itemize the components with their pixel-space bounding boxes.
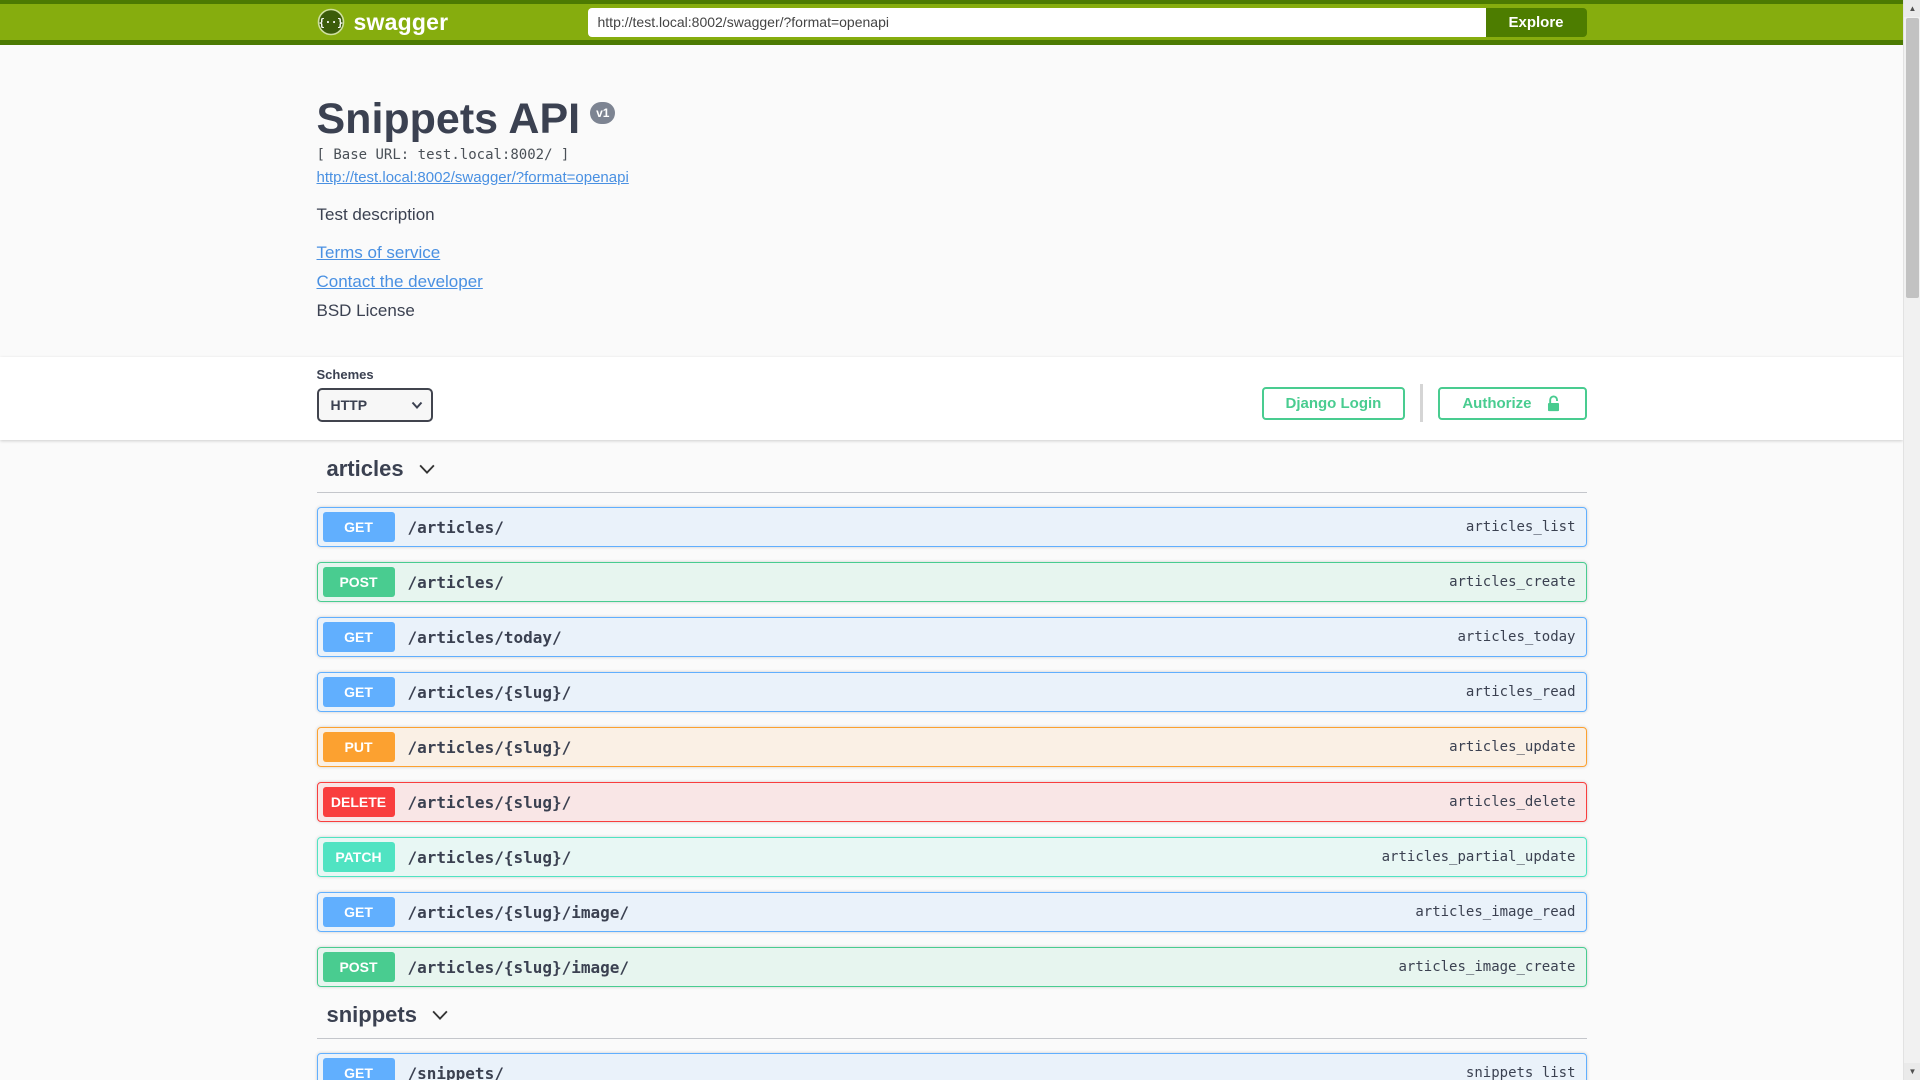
operation-id: articles_image_read [1415, 904, 1576, 921]
chevron-down-icon [419, 464, 435, 475]
operation-path: /articles/{slug}/ [407, 847, 572, 867]
operation-path: /articles/ [407, 517, 504, 537]
section-header[interactable]: articles [316, 456, 1587, 494]
page-title: Snippets API v1 [316, 95, 1587, 143]
django-login-button[interactable]: Django Login [1261, 386, 1406, 420]
unlock-icon [1547, 395, 1559, 411]
license-text: BSD License [316, 301, 415, 321]
operation-path: /articles/{slug}/ [407, 792, 572, 812]
schemes-select[interactable]: HTTP [316, 388, 433, 423]
version-badge: v1 [590, 102, 616, 124]
api-description: Test description [316, 205, 435, 225]
scheme-container: Schemes HTTP Django Login Authorize [0, 357, 1903, 441]
contact-developer-link[interactable]: Contact the developer [317, 272, 483, 292]
section-title: snippets [326, 1002, 417, 1028]
operation-path: /articles/ [407, 572, 504, 592]
scrollbar-thumb[interactable] [1906, 18, 1919, 298]
brand-link[interactable]: {··} swagger [317, 8, 449, 36]
method-badge: GET [322, 1058, 395, 1080]
operation-path: /articles/{slug}/ [407, 682, 572, 702]
explore-form: Explore [587, 7, 1587, 37]
method-badge: POST [322, 567, 395, 598]
explore-button[interactable]: Explore [1485, 7, 1587, 37]
method-badge: PUT [322, 732, 395, 763]
operation-id: articles_read [1465, 684, 1576, 701]
operation-id: articles_create [1449, 574, 1576, 591]
method-badge: POST [322, 952, 395, 983]
operation-path: /articles/{slug}/ [407, 737, 572, 757]
divider [1420, 384, 1424, 423]
info-section: Snippets API v1 [ Base URL: test.local:80… [0, 45, 1903, 357]
method-badge: GET [322, 897, 395, 928]
method-badge: GET [322, 512, 395, 543]
schemes-select-input[interactable]: HTTP [316, 388, 433, 423]
operation-row[interactable]: DELETE /articles/{slug}/ articles_delete [316, 782, 1587, 823]
operation-row[interactable]: GET /snippets/ snippets_list [316, 1053, 1587, 1080]
section-header[interactable]: snippets [316, 1002, 1587, 1040]
scroll-up-button[interactable]: ▲ [1904, 0, 1920, 17]
method-badge: GET [322, 677, 395, 708]
swagger-page: {··} swagger Explore Snippets API v1 [ Ba… [0, 0, 1903, 1080]
authorize-button[interactable]: Authorize [1438, 386, 1587, 420]
operation-id: articles_partial_update [1381, 849, 1576, 866]
operation-id: articles_delete [1449, 794, 1576, 811]
schemes-label: Schemes [316, 367, 374, 383]
operation-id: articles_list [1465, 519, 1576, 536]
chevron-down-icon [432, 1010, 448, 1021]
operation-row[interactable]: GET /articles/{slug}/image/ articles_ima… [316, 892, 1587, 933]
brand-title: swagger [353, 8, 449, 35]
operation-row[interactable]: POST /articles/{slug}/image/ articles_im… [316, 947, 1587, 988]
operation-path: /articles/{slug}/image/ [407, 957, 630, 977]
scrollbar[interactable]: ▲ ▼ [1903, 0, 1920, 1080]
method-badge: GET [322, 622, 395, 653]
operation-row[interactable]: PATCH /articles/{slug}/ articles_partial… [316, 837, 1587, 878]
base-url-text: [ Base URL: test.local:8002/ ] [316, 147, 570, 164]
section-operations: GET /snippets/ snippets_list [316, 1053, 1587, 1080]
spec-url-link[interactable]: http://test.local:8002/swagger/?format=o… [317, 169, 629, 186]
operation-row[interactable]: PUT /articles/{slug}/ articles_update [316, 727, 1587, 768]
scroll-down-button[interactable]: ▼ [1904, 1063, 1920, 1080]
operation-row[interactable]: GET /articles/today/ articles_today [316, 617, 1587, 658]
spec-url-input[interactable] [587, 7, 1486, 37]
section-operations: GET /articles/ articles_list POST /artic… [316, 507, 1587, 988]
api-section: articles GET /articles/ articles_list PO… [316, 456, 1587, 988]
operation-id: articles_image_create [1398, 959, 1576, 976]
svg-text:{··}: {··} [318, 17, 343, 29]
operations-list: articles GET /articles/ articles_list PO… [316, 456, 1587, 1080]
operation-row[interactable]: GET /articles/{slug}/ articles_read [316, 672, 1587, 713]
auth-wrapper: Django Login Authorize [1261, 384, 1587, 423]
method-badge: PATCH [322, 842, 395, 873]
schemes-group: Schemes HTTP [316, 367, 433, 423]
api-section: snippets GET /snippets/ snippets_list [316, 1002, 1587, 1080]
swagger-logo-icon: {··} [317, 8, 344, 36]
operation-id: snippets_list [1465, 1065, 1576, 1080]
operation-row[interactable]: GET /articles/ articles_list [316, 507, 1587, 548]
operation-path: /articles/today/ [407, 627, 562, 647]
topbar: {··} swagger Explore [0, 0, 1903, 45]
operation-path: /snippets/ [407, 1063, 504, 1080]
authorize-label: Authorize [1462, 394, 1532, 412]
terms-of-service-link[interactable]: Terms of service [317, 243, 441, 263]
method-badge: DELETE [322, 787, 395, 818]
operation-row[interactable]: POST /articles/ articles_create [316, 562, 1587, 603]
operation-id: articles_update [1449, 739, 1576, 756]
operation-id: articles_today [1457, 629, 1576, 646]
section-title: articles [326, 456, 404, 482]
api-title-text: Snippets API [316, 95, 581, 143]
operation-path: /articles/{slug}/image/ [407, 902, 630, 922]
